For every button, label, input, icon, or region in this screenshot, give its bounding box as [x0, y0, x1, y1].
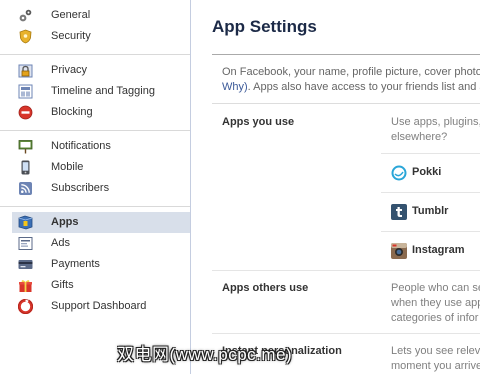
tumblr-icon [391, 204, 407, 220]
settings-sidebar: General Security Privacy Timeline and Ta… [0, 0, 191, 374]
row-divider [212, 270, 480, 271]
sidebar-item-payments[interactable]: Payments [12, 254, 190, 275]
apps-you-use-description: Use apps, plugins, elsewhere? [391, 115, 480, 145]
sidebar-group-notifications: Notifications Mobile Subscribers [0, 131, 190, 207]
sidebar-item-timeline-and-tagging[interactable]: Timeline and Tagging [12, 81, 190, 102]
intro-line-1: On Facebook, your name, profile picture,… [222, 66, 480, 78]
app-row-pokki[interactable]: Pokki [381, 153, 480, 192]
description-line: elsewhere? [391, 131, 448, 143]
description-line: Lets you see relev [391, 345, 480, 357]
pokki-icon [391, 165, 407, 181]
sidebar-item-blocking[interactable]: Blocking [12, 102, 190, 123]
watermark-text: 双电网(www.pcpc.me) [117, 345, 293, 364]
sidebar-item-mobile[interactable]: Mobile [12, 157, 190, 178]
sidebar-item-label: General [51, 9, 91, 21]
apps-others-use-description: People who can se when they use app cate… [391, 281, 480, 326]
gift-icon [18, 278, 33, 293]
sidebar-item-label: Subscribers [51, 182, 110, 194]
sidebar-group-privacy: Privacy Timeline and Tagging Blocking [0, 55, 190, 131]
description-line: categories of infor [391, 312, 479, 324]
lifebuoy-icon [18, 299, 33, 314]
sidebar-item-gifts[interactable]: Gifts [12, 275, 190, 296]
payments-icon [18, 257, 33, 272]
sidebar-item-notifications[interactable]: Notifications [12, 136, 190, 157]
block-icon [18, 105, 33, 120]
sidebar-group-apps: Apps Ads Payments Gifts Support Dashboar… [0, 207, 190, 324]
app-settings-panel: App Settings On Facebook, your name, pro… [191, 0, 480, 374]
lock-icon [18, 63, 33, 78]
timeline-icon [18, 84, 33, 99]
app-row-tumblr[interactable]: Tumblr [381, 192, 480, 231]
intro-divider [212, 103, 480, 104]
sidebar-item-security[interactable]: Security [12, 26, 190, 47]
app-row-instagram[interactable]: Instagram [381, 231, 480, 270]
sidebar-item-privacy[interactable]: Privacy [12, 60, 190, 81]
phone-icon [18, 160, 33, 175]
sidebar-item-apps[interactable]: Apps [12, 212, 190, 233]
description-line: when they use app [391, 297, 480, 309]
sidebar-item-label: Gifts [51, 279, 74, 291]
sidebar-item-subscribers[interactable]: Subscribers [12, 178, 190, 199]
apps-others-use-title: Apps others use [222, 282, 309, 294]
sidebar-item-support-dashboard[interactable]: Support Dashboard [12, 296, 190, 317]
sidebar-item-label: Ads [51, 237, 70, 249]
why-link[interactable]: Why) [222, 81, 248, 93]
sidebar-item-general[interactable]: General [12, 5, 190, 26]
apps-icon [18, 215, 33, 230]
sidebar-item-label: Blocking [51, 106, 93, 118]
rss-icon [18, 181, 33, 196]
gears-icon [18, 8, 33, 23]
description-line: moment you arrive [391, 360, 480, 372]
intro-line-2-text: . Apps also have access to your friends … [247, 81, 480, 93]
sidebar-item-label: Payments [51, 258, 100, 270]
sidebar-item-label: Support Dashboard [51, 300, 147, 312]
instagram-icon [391, 243, 407, 259]
notification-sign-icon [18, 139, 33, 154]
title-divider [212, 54, 480, 55]
sidebar-item-ads[interactable]: Ads [12, 233, 190, 254]
app-name: Instagram [412, 244, 465, 256]
shield-icon [18, 29, 33, 44]
sidebar-item-label: Security [51, 30, 91, 42]
page-title: App Settings [212, 17, 317, 36]
sidebar-item-label: Timeline and Tagging [51, 85, 155, 97]
instant-personalization-description: Lets you see relev moment you arrive [391, 344, 480, 374]
app-name: Pokki [412, 166, 442, 178]
row-divider [212, 333, 480, 334]
description-line: Use apps, plugins, [391, 116, 480, 128]
intro-text: On Facebook, your name, profile picture,… [222, 65, 480, 95]
sidebar-item-label: Mobile [51, 161, 84, 173]
sidebar-item-label: Notifications [51, 140, 111, 152]
app-name: Tumblr [412, 205, 449, 217]
sidebar-item-label: Apps [51, 216, 79, 228]
sidebar-group-account: General Security [0, 0, 190, 55]
sidebar-item-label: Privacy [51, 64, 88, 76]
description-line: People who can se [391, 282, 480, 294]
apps-you-use-title: Apps you use [222, 116, 295, 128]
intro-line-2: Why). Apps also have access to your frie… [222, 80, 480, 95]
ads-icon [18, 236, 33, 251]
